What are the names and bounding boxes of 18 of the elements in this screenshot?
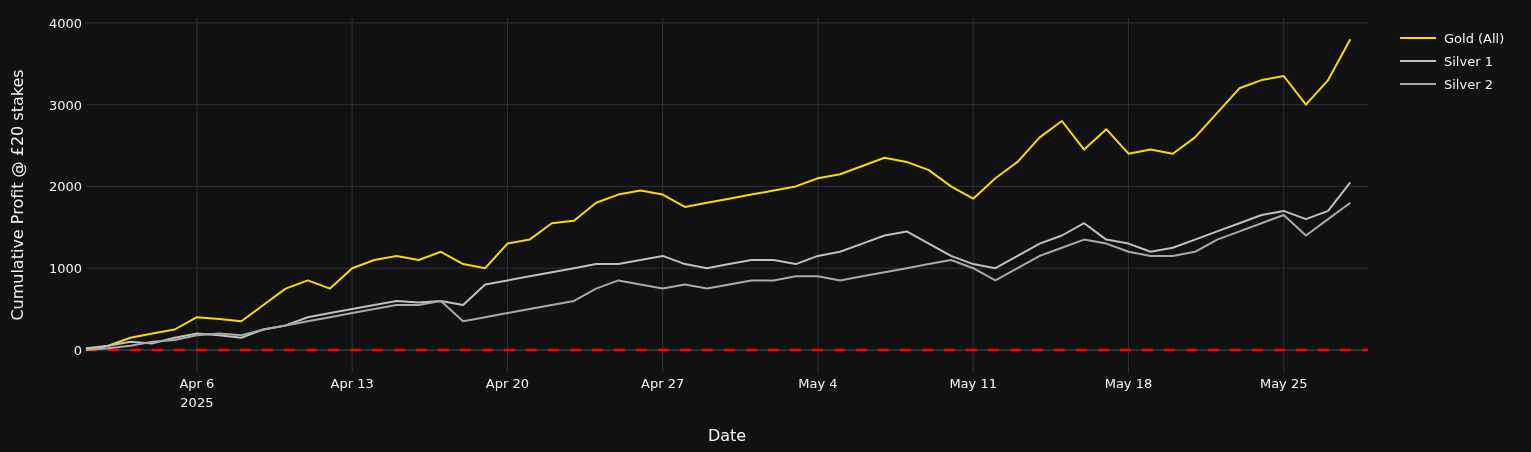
legend-label[interactable]: Gold (All): [1444, 31, 1505, 46]
axis-tick-label: 0: [73, 342, 82, 358]
axis-tick-label: May 25: [1259, 376, 1308, 391]
axis-tick-label: Apr 20: [485, 376, 529, 391]
axis-tick-label: May 18: [1104, 376, 1153, 391]
axis-tick-label: Apr 6 2025: [179, 376, 215, 410]
axis-tick-label: 4000: [48, 15, 82, 31]
legend-label[interactable]: Silver 2: [1444, 77, 1493, 92]
axis-tick-label: 2000: [48, 179, 82, 195]
axis-tick-label: 1000: [48, 261, 82, 277]
axis-title: Cumulative Profit @ £20 stakes: [8, 69, 27, 321]
axis-tick-label: May 11: [949, 376, 997, 391]
axis-tick-label: Apr 27: [641, 376, 685, 391]
axis-tick-label: Apr 13: [330, 376, 374, 391]
legend-label[interactable]: Silver 1: [1444, 54, 1493, 69]
axis-tick-label: May 4: [798, 376, 838, 391]
axis-title: Date: [707, 426, 747, 445]
axis-tick-label: 3000: [48, 97, 82, 113]
